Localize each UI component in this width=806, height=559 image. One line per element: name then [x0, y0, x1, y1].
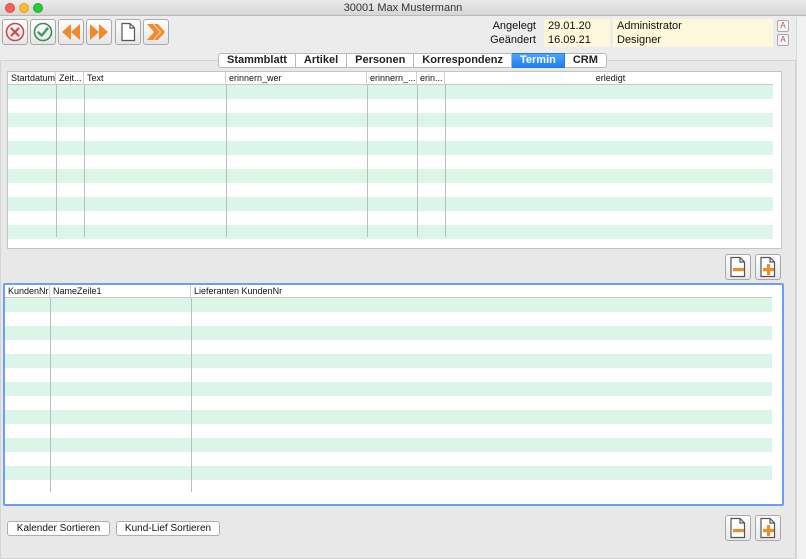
table-row[interactable]	[5, 354, 772, 368]
table-row[interactable]	[5, 326, 772, 340]
table-row[interactable]	[8, 197, 773, 211]
document-plus-icon	[760, 256, 776, 278]
column-header-startdatum[interactable]: Startdatum	[8, 72, 56, 85]
changed-by-field: Designer	[613, 33, 773, 47]
column-divider	[367, 85, 368, 237]
tab-personen[interactable]: Personen	[347, 53, 415, 68]
customer-table-header: KundenNr NameZeile1 Lieferanten KundenNr	[5, 285, 772, 298]
check-circle-icon	[33, 22, 53, 42]
table-row[interactable]	[5, 438, 772, 452]
table-row[interactable]	[8, 85, 773, 99]
double-chevron-right-icon	[147, 24, 165, 40]
changed-label: Geändert	[490, 34, 536, 46]
double-chevron-right-icon	[90, 24, 108, 40]
table-row[interactable]	[5, 298, 772, 312]
column-divider	[56, 85, 57, 237]
sort-calendar-button[interactable]: Kalender Sortieren	[7, 521, 110, 536]
column-divider	[50, 298, 51, 492]
minimize-window-button[interactable]	[19, 3, 29, 13]
table-row[interactable]	[5, 480, 772, 494]
table-row[interactable]	[5, 396, 772, 410]
created-by-lookup-button[interactable]: A	[777, 20, 789, 32]
document-minus-icon	[730, 256, 746, 278]
column-header-erin[interactable]: erin...	[417, 72, 445, 85]
remove-customer-button[interactable]	[725, 515, 751, 541]
table-row[interactable]	[5, 466, 772, 480]
tab-artikel[interactable]: Artikel	[295, 53, 348, 68]
next-record-button[interactable]	[86, 19, 112, 45]
column-header-lieferanten-kundennr[interactable]: Lieferanten KundenNr	[191, 285, 772, 298]
add-customer-button[interactable]	[755, 515, 781, 541]
column-header-kundennr[interactable]: KundenNr	[5, 285, 50, 298]
table-row[interactable]	[8, 183, 773, 197]
customer-table[interactable]: KundenNr NameZeile1 Lieferanten KundenNr	[3, 283, 784, 506]
column-header-erledigt[interactable]: erledigt	[445, 72, 773, 85]
table-row[interactable]	[8, 169, 773, 183]
tab-crm[interactable]: CRM	[564, 53, 607, 68]
column-header-text[interactable]: Text	[84, 72, 226, 85]
termin-table[interactable]: Startdatum Zeit... Text erinnern_wer eri…	[7, 71, 782, 249]
table-row[interactable]	[5, 452, 772, 466]
column-divider	[84, 85, 85, 237]
table-row[interactable]	[8, 141, 773, 155]
column-divider	[191, 298, 192, 492]
document-minus-icon	[730, 517, 746, 539]
sort-customer-supplier-button[interactable]: Kund-Lief Sortieren	[116, 521, 220, 536]
column-header-erinnern[interactable]: erinnern_...	[367, 72, 417, 85]
tab-bar: Stammblatt Artikel Personen Korresponden…	[218, 53, 607, 68]
window-right-edge	[796, 17, 806, 559]
changed-date-field: 16.09.21	[544, 33, 610, 47]
document-icon	[121, 22, 136, 42]
table-row[interactable]	[8, 127, 773, 141]
table-row[interactable]	[5, 382, 772, 396]
table-row[interactable]	[8, 99, 773, 113]
created-date-field: 29.01.20	[544, 19, 610, 33]
table-row[interactable]	[8, 155, 773, 169]
column-header-namezeile1[interactable]: NameZeile1	[50, 285, 191, 298]
column-header-erinnern-wer[interactable]: erinnern_wer	[226, 72, 367, 85]
forward-button[interactable]	[143, 19, 169, 45]
close-window-button[interactable]	[5, 3, 15, 13]
zoom-window-button[interactable]	[33, 3, 43, 13]
add-appointment-button[interactable]	[755, 254, 781, 280]
table-row[interactable]	[8, 113, 773, 127]
window-titlebar: 30001 Max Mustermann	[0, 0, 806, 16]
x-circle-icon	[5, 22, 25, 42]
table-row[interactable]	[5, 424, 772, 438]
table-row[interactable]	[5, 340, 772, 354]
created-by-field: Administrator	[613, 19, 773, 33]
table-row[interactable]	[5, 368, 772, 382]
table-row[interactable]	[5, 312, 772, 326]
column-divider	[226, 85, 227, 237]
window-title: 30001 Max Mustermann	[343, 2, 463, 14]
table-row[interactable]	[5, 410, 772, 424]
column-divider	[417, 85, 418, 237]
double-chevron-left-icon	[62, 24, 80, 40]
cancel-button[interactable]	[2, 19, 28, 45]
tab-korrespondenz[interactable]: Korrespondenz	[414, 53, 512, 68]
remove-appointment-button[interactable]	[725, 254, 751, 280]
document-plus-icon	[760, 517, 776, 539]
table-row[interactable]	[8, 211, 773, 225]
termin-table-header: Startdatum Zeit... Text erinnern_wer eri…	[8, 72, 773, 85]
created-label: Angelegt	[492, 20, 536, 32]
new-document-button[interactable]	[115, 19, 141, 45]
confirm-button[interactable]	[30, 19, 56, 45]
tab-stammblatt[interactable]: Stammblatt	[218, 53, 296, 68]
column-divider	[445, 85, 446, 237]
column-header-zeit[interactable]: Zeit...	[56, 72, 84, 85]
tab-termin[interactable]: Termin	[511, 53, 565, 68]
changed-by-lookup-button[interactable]: A	[777, 34, 789, 46]
previous-record-button[interactable]	[58, 19, 84, 45]
table-row[interactable]	[8, 225, 773, 239]
